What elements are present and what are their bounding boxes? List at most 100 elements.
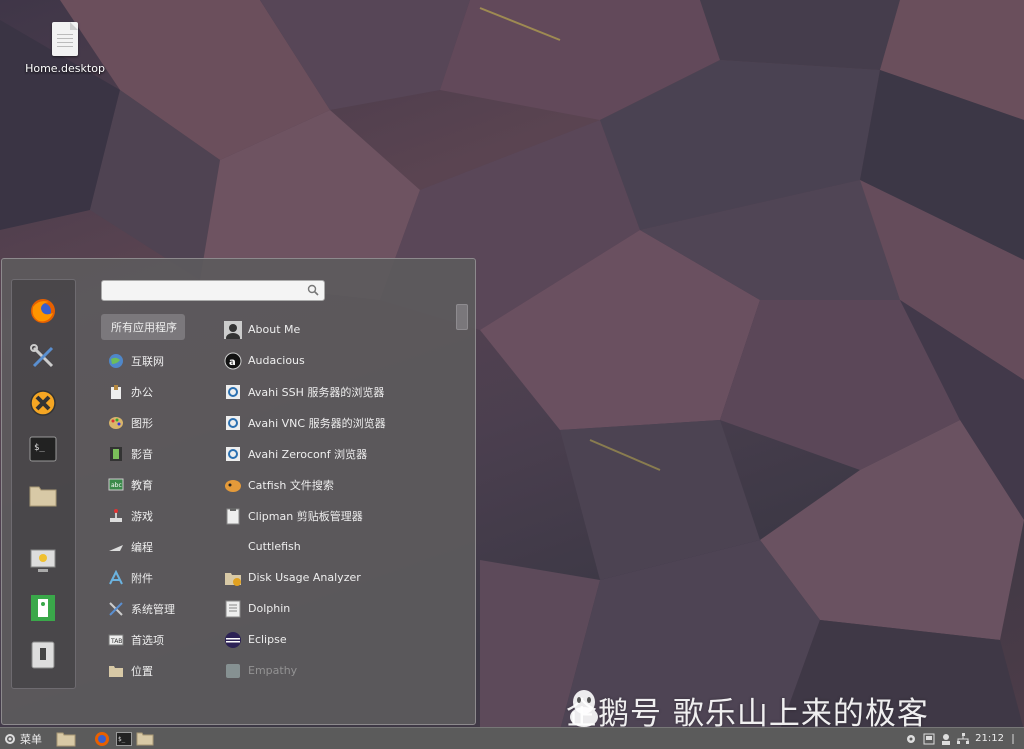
empathy-icon — [223, 661, 243, 681]
app-label: Avahi SSH 服务器的浏览器 — [248, 385, 385, 399]
catfish-icon — [223, 475, 243, 495]
disk-usage-icon — [223, 568, 243, 588]
user-avatar-icon — [223, 320, 243, 340]
panel-handle-icon[interactable] — [1010, 733, 1016, 745]
app-audacious[interactable]: a Audacious — [223, 345, 453, 376]
scrollbar-thumb[interactable] — [456, 304, 468, 330]
application-list: About Me a Audacious Avahi SSH 服务器的浏览器 Av… — [223, 314, 453, 686]
app-label: Empathy — [248, 664, 298, 677]
app-avahi-ssh[interactable]: Avahi SSH 服务器的浏览器 — [223, 376, 453, 407]
category-list: 所有应用程序 互联网 办公 图形 影音 abc 教育 游戏 编程 附件 系统管理 … — [101, 314, 211, 686]
folder-icon — [136, 732, 154, 746]
gear-icon — [5, 733, 15, 744]
desktop-icon-home[interactable]: Home.desktop — [20, 22, 110, 75]
system-tray: 21:12 — [905, 728, 1016, 749]
app-eclipse[interactable]: Eclipse — [223, 624, 453, 655]
search-box — [101, 280, 325, 301]
menu-button[interactable]: 菜单 — [0, 729, 46, 749]
firefox-icon — [95, 731, 109, 746]
terminal-icon[interactable]: $_ — [28, 434, 58, 464]
app-label: Avahi VNC 服务器的浏览器 — [248, 416, 386, 430]
firefox-icon[interactable] — [28, 296, 58, 326]
category-places[interactable]: 位置 — [101, 655, 211, 686]
category-multimedia[interactable]: 影音 — [101, 438, 211, 469]
panel-launcher-terminal[interactable]: $_ — [114, 729, 134, 749]
category-preferences[interactable]: TAB 首选项 — [101, 624, 211, 655]
text-file-icon — [52, 22, 78, 56]
category-label: 附件 — [131, 571, 153, 585]
games-joystick-icon — [107, 507, 125, 525]
svg-text:abc: abc — [111, 482, 122, 489]
watermark-text: 企鹅号 歌乐山上来的极客 — [566, 695, 929, 731]
multimedia-film-icon — [107, 445, 125, 463]
app-avahi-vnc[interactable]: Avahi VNC 服务器的浏览器 — [223, 407, 453, 438]
shutdown-icon[interactable] — [28, 640, 58, 670]
app-disk-usage-analyzer[interactable]: Disk Usage Analyzer — [223, 562, 453, 593]
svg-text:$_: $_ — [118, 736, 126, 743]
panel-launcher-firefox[interactable] — [90, 729, 114, 749]
search-input[interactable] — [108, 282, 302, 301]
category-label: 游戏 — [131, 509, 153, 523]
clock[interactable]: 21:12 — [975, 733, 1004, 744]
category-label: 所有应用程序 — [111, 321, 177, 334]
category-label: 图形 — [131, 416, 153, 430]
category-internet[interactable]: 互联网 — [101, 345, 211, 376]
penguin-icon — [570, 690, 598, 727]
preferences-icon: TAB — [107, 631, 125, 649]
app-empathy[interactable]: Empathy — [223, 655, 453, 686]
desktop-icon-label: Home.desktop — [25, 62, 105, 75]
panel-launcher-files[interactable] — [52, 729, 80, 749]
app-label: Dolphin — [248, 602, 291, 615]
category-label: 位置 — [131, 664, 153, 678]
eclipse-icon — [223, 630, 243, 650]
app-label: Disk Usage Analyzer — [248, 571, 361, 584]
category-label: 系统管理 — [131, 602, 175, 616]
app-cuttlefish[interactable]: Cuttlefish — [223, 531, 453, 562]
settings-tools-icon[interactable] — [28, 342, 58, 372]
watermark: 企鹅号 歌乐山上来的极客 — [566, 688, 929, 730]
app-list-scrollbar[interactable] — [455, 304, 468, 689]
lock-screen-icon[interactable] — [28, 546, 58, 576]
category-system[interactable]: 系统管理 — [101, 593, 211, 624]
graphics-palette-icon — [107, 414, 125, 432]
category-accessories[interactable]: 附件 — [101, 562, 211, 593]
app-label: About Me — [248, 323, 301, 336]
audacious-icon: a — [223, 351, 243, 371]
globe-icon — [107, 352, 125, 370]
app-clipman[interactable]: Clipman 剪贴板管理器 — [223, 500, 453, 531]
category-label: 教育 — [131, 478, 153, 492]
folder-icon[interactable] — [28, 480, 58, 510]
search-icon[interactable] — [307, 284, 319, 296]
settings-gear-icon[interactable] — [905, 733, 917, 745]
panel-launcher-file-manager[interactable] — [134, 729, 156, 749]
removable-drive-icon[interactable] — [923, 733, 935, 745]
application-menu: $_ 所有应用程序 互联网 办公 图形 影音 abc 教育 游戏 编程 附件 系统… — [1, 258, 476, 725]
app-catfish[interactable]: Catfish 文件搜索 — [223, 469, 453, 500]
bottom-panel: 菜单 $_ 21:12 — [0, 727, 1024, 749]
places-folder-icon — [107, 662, 125, 680]
logout-icon[interactable] — [28, 593, 58, 623]
category-label: 编程 — [131, 540, 153, 554]
avahi-zeroconf-icon — [223, 444, 243, 464]
app-label: Cuttlefish — [248, 540, 301, 553]
network-icon[interactable] — [957, 732, 970, 745]
category-label: 互联网 — [131, 354, 164, 368]
category-games[interactable]: 游戏 — [101, 500, 211, 531]
app-about-me[interactable]: About Me — [223, 314, 453, 345]
category-education[interactable]: abc 教育 — [101, 469, 211, 500]
xfce-cross-icon[interactable] — [28, 388, 58, 418]
dolphin-icon — [223, 599, 243, 619]
category-label: 首选项 — [131, 633, 164, 647]
category-office[interactable]: 办公 — [101, 376, 211, 407]
app-avahi-zeroconf[interactable]: Avahi Zeroconf 浏览器 — [223, 438, 453, 469]
category-label: 办公 — [131, 385, 153, 399]
clipboard-icon — [223, 506, 243, 526]
category-all-apps[interactable]: 所有应用程序 — [101, 314, 185, 340]
app-dolphin[interactable]: Dolphin — [223, 593, 453, 624]
education-icon: abc — [107, 476, 125, 494]
favorites-bar: $_ — [11, 279, 76, 689]
office-icon — [107, 383, 125, 401]
category-programming[interactable]: 编程 — [101, 531, 211, 562]
category-graphics[interactable]: 图形 — [101, 407, 211, 438]
user-icon[interactable] — [941, 733, 951, 745]
